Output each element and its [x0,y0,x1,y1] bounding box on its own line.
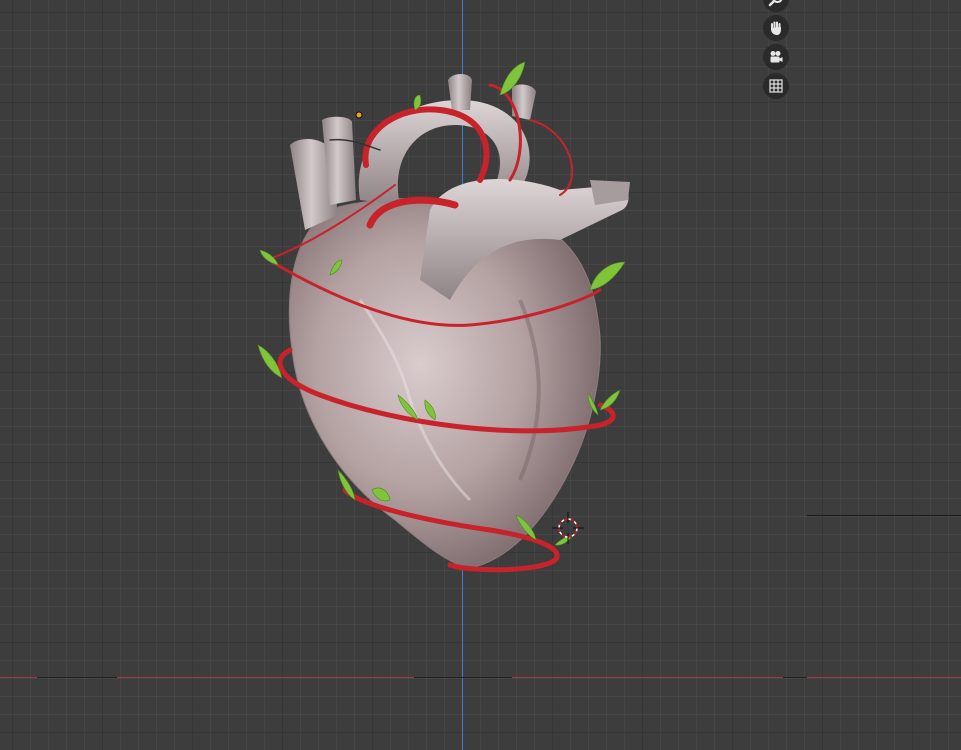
hand-icon [771,21,781,35]
3d-viewport[interactable] [0,0,961,750]
object-origin[interactable] [355,111,363,119]
pan-button[interactable] [763,15,789,41]
3d-cursor[interactable] [552,512,584,544]
toggle-perspective-button[interactable] [763,73,789,99]
zoom-button[interactable] [763,0,789,12]
aorta-branch [448,74,472,110]
camera-icon [770,51,783,63]
camera-view-button[interactable] [763,44,789,70]
grid-icon [769,79,783,93]
magnifier-icon [768,0,783,7]
heart-model[interactable] [0,0,961,750]
navigation-gizmo [761,0,791,99]
